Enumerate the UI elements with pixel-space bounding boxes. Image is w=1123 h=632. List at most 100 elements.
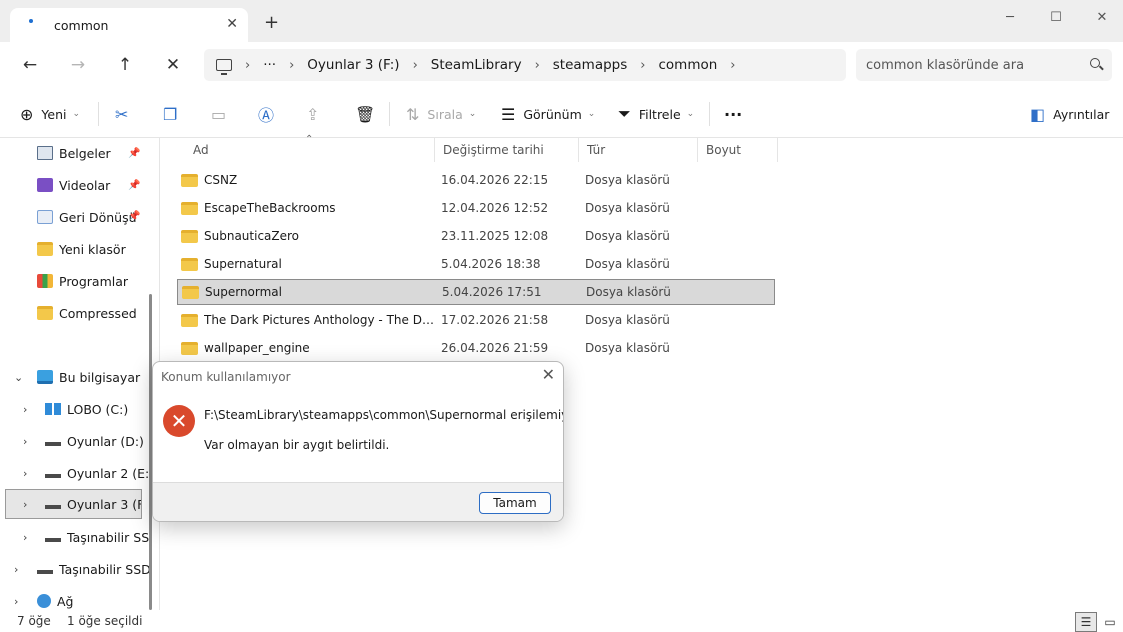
file-row[interactable]: EscapeTheBackrooms 12.04.2026 12:52 Dosy…	[177, 195, 775, 221]
chevron-right-icon[interactable]: ›	[535, 58, 540, 73]
sidebar-item-recycle-bin[interactable]: Geri Dönüşüm Kutusu	[0, 202, 136, 232]
sort-label: Sırala	[427, 106, 463, 122]
sidebar-item-videos[interactable]: Videolar 📌	[0, 170, 152, 200]
minimize-button[interactable]: ─	[987, 6, 1033, 28]
chevron-right-icon[interactable]: ›	[14, 563, 18, 576]
sidebar-item-label: Geri Dönüşüm Kutusu	[59, 209, 136, 225]
chevron-right-icon[interactable]: ›	[640, 58, 645, 73]
more-icon: ···	[724, 104, 743, 124]
file-row[interactable]: CSNZ 16.04.2026 22:15 Dosya klasörü	[177, 167, 775, 193]
file-row[interactable]: SubnauticaZero 23.11.2025 12:08 Dosya kl…	[177, 223, 775, 249]
address-row: ← → ↑ ✕ › ··· › Oyunlar 3 (F:) › SteamLi…	[0, 42, 1123, 88]
chevron-right-icon[interactable]: ›	[23, 467, 27, 480]
breadcrumb-drive[interactable]: Oyunlar 3 (F:)	[307, 57, 399, 73]
column-header-size[interactable]: Boyut	[698, 138, 778, 162]
file-type: Dosya klasörü	[585, 257, 670, 271]
chevron-right-icon[interactable]: ›	[23, 531, 27, 544]
column-header-modified[interactable]: Değiştirme tarihi	[435, 138, 579, 162]
close-window-button[interactable]: ✕	[1079, 6, 1123, 28]
back-button[interactable]: ←	[15, 52, 45, 78]
paste-button[interactable]: ▭	[211, 102, 234, 126]
more-options-button[interactable]: ···	[724, 102, 750, 126]
up-button[interactable]: ↑	[110, 52, 140, 78]
pin-icon: 📌	[128, 179, 141, 191]
forward-button[interactable]: →	[63, 52, 93, 78]
sidebar-item-label: Taşınabilir SSD (	[59, 561, 152, 577]
sidebar-item-label: Oyunlar (D:)	[67, 433, 144, 449]
folder-icon	[181, 201, 198, 215]
maximize-button[interactable]: ☐	[1033, 6, 1079, 28]
sidebar-item-documents[interactable]: Belgeler 📌	[0, 138, 152, 168]
cut-button[interactable]: ✂	[115, 102, 136, 126]
chevron-down-icon: ⌄	[468, 109, 477, 119]
sidebar-item-compressed[interactable]: Compressed	[0, 298, 152, 328]
file-modified: 5.04.2026 17:51	[442, 285, 542, 299]
sort-button[interactable]: ⇅ Sırala ⌄	[406, 102, 476, 126]
file-name: EscapeTheBackrooms	[204, 201, 336, 215]
share-button[interactable]: ⇪	[306, 102, 327, 126]
copy-button[interactable]: ❐	[163, 102, 185, 126]
sidebar-item-drive-d[interactable]: › Oyunlar (D:)	[0, 426, 152, 456]
command-bar: ⊕ Yeni ⌄ ✂ ❐ ▭ Ⓐ ⇪ 🗑 ⇅ Sırala ⌄ ☰ Görünü…	[0, 88, 1123, 138]
navigation-pane: Belgeler 📌 Videolar 📌 Geri Dönüşüm Kutus…	[0, 138, 160, 610]
filter-button[interactable]: ⏷ Filtrele ⌄	[618, 102, 694, 126]
details-pane-button[interactable]: ◧ Ayrıntılar	[1030, 102, 1109, 126]
sidebar-item-network[interactable]: › Ağ	[0, 586, 152, 610]
breadcrumb-common[interactable]: common	[658, 57, 717, 73]
drive-icon	[45, 436, 61, 446]
file-row[interactable]: wallpaper_engine 26.04.2026 21:59 Dosya …	[177, 335, 775, 361]
sidebar-item-label: Programlar	[59, 273, 129, 289]
chevron-right-icon[interactable]: ›	[14, 595, 18, 608]
chevron-right-icon[interactable]: ›	[23, 498, 27, 511]
status-bar: 7 öğe 1 öğe seçildi ☰ ▭	[0, 610, 1123, 632]
tiles-view-icon[interactable]: ▭	[1099, 612, 1121, 632]
chevron-right-icon[interactable]: ›	[245, 58, 250, 73]
file-row[interactable]: The Dark Pictures Anthology - The Devil …	[177, 307, 775, 333]
folder-icon	[181, 341, 198, 355]
sidebar-item-new-folder[interactable]: Yeni klasör	[0, 234, 152, 264]
view-button[interactable]: ☰ Görünüm ⌄	[501, 102, 595, 126]
chevron-right-icon[interactable]: ›	[23, 435, 27, 448]
column-header-type[interactable]: Tür	[579, 138, 698, 162]
dialog-title: Konum kullanılamıyor	[161, 370, 291, 384]
details-label: Ayrıntılar	[1053, 106, 1110, 122]
file-row-selected[interactable]: Supernormal 5.04.2026 17:51 Dosya klasör…	[177, 279, 775, 305]
rename-button[interactable]: Ⓐ	[258, 102, 282, 126]
sidebar-item-drive-f[interactable]: › Oyunlar 3 (F:)	[5, 489, 142, 519]
details-view-icon[interactable]: ☰	[1075, 612, 1097, 632]
sidebar-item-programs[interactable]: Programlar	[0, 266, 152, 296]
sidebar-item-drive-c[interactable]: › LOBO (C:)	[0, 394, 152, 424]
chevron-right-icon[interactable]: ›	[730, 58, 735, 73]
chevron-right-icon[interactable]: ›	[289, 58, 294, 73]
close-tab-icon[interactable]: ✕	[226, 16, 238, 32]
sidebar-item-portable-ssd[interactable]: › Taşınabilir SSD	[0, 522, 152, 552]
sidebar-item-this-pc[interactable]: ⌄ Bu bilgisayar	[0, 362, 152, 392]
sidebar-item-removable-ssd[interactable]: › Taşınabilir SSD (	[0, 554, 152, 584]
sidebar-item-drive-e[interactable]: › Oyunlar 2 (E:)	[0, 458, 152, 488]
clipboard-icon: ▭	[211, 104, 227, 124]
new-button[interactable]: ⊕ Yeni ⌄	[20, 102, 80, 126]
documents-icon	[37, 146, 53, 160]
more-segments-button[interactable]: ···	[263, 57, 276, 73]
dialog-message: F:\SteamLibrary\steamapps\common\Superno…	[204, 408, 564, 422]
chevron-right-icon[interactable]: ›	[413, 58, 418, 73]
new-tab-button[interactable]: +	[264, 12, 279, 33]
chevron-down-icon[interactable]: ⌄	[14, 371, 23, 384]
search-input[interactable]: common klasöründe ara	[856, 49, 1112, 81]
delete-button[interactable]: 🗑	[355, 102, 383, 126]
file-row[interactable]: Supernatural 5.04.2026 18:38 Dosya klasö…	[177, 251, 775, 277]
sidebar-item-label: Ağ	[57, 593, 74, 609]
column-header-name[interactable]: Ad	[185, 138, 435, 162]
pin-icon: 📌	[128, 147, 141, 159]
dialog-detail: Var olmayan bir aygıt belirtildi.	[204, 438, 390, 452]
close-icon[interactable]: ✕	[542, 365, 555, 384]
address-bar[interactable]: › ··· › Oyunlar 3 (F:) › SteamLibrary › …	[204, 49, 846, 81]
tab-common[interactable]: common ✕	[10, 8, 248, 42]
breadcrumb-steamapps[interactable]: steamapps	[553, 57, 628, 73]
folder-icon	[181, 229, 198, 243]
ok-button[interactable]: Tamam	[479, 492, 551, 514]
folder-icon	[182, 285, 199, 299]
stop-button[interactable]: ✕	[158, 52, 188, 78]
chevron-right-icon[interactable]: ›	[23, 403, 27, 416]
breadcrumb-steamlibrary[interactable]: SteamLibrary	[431, 57, 522, 73]
